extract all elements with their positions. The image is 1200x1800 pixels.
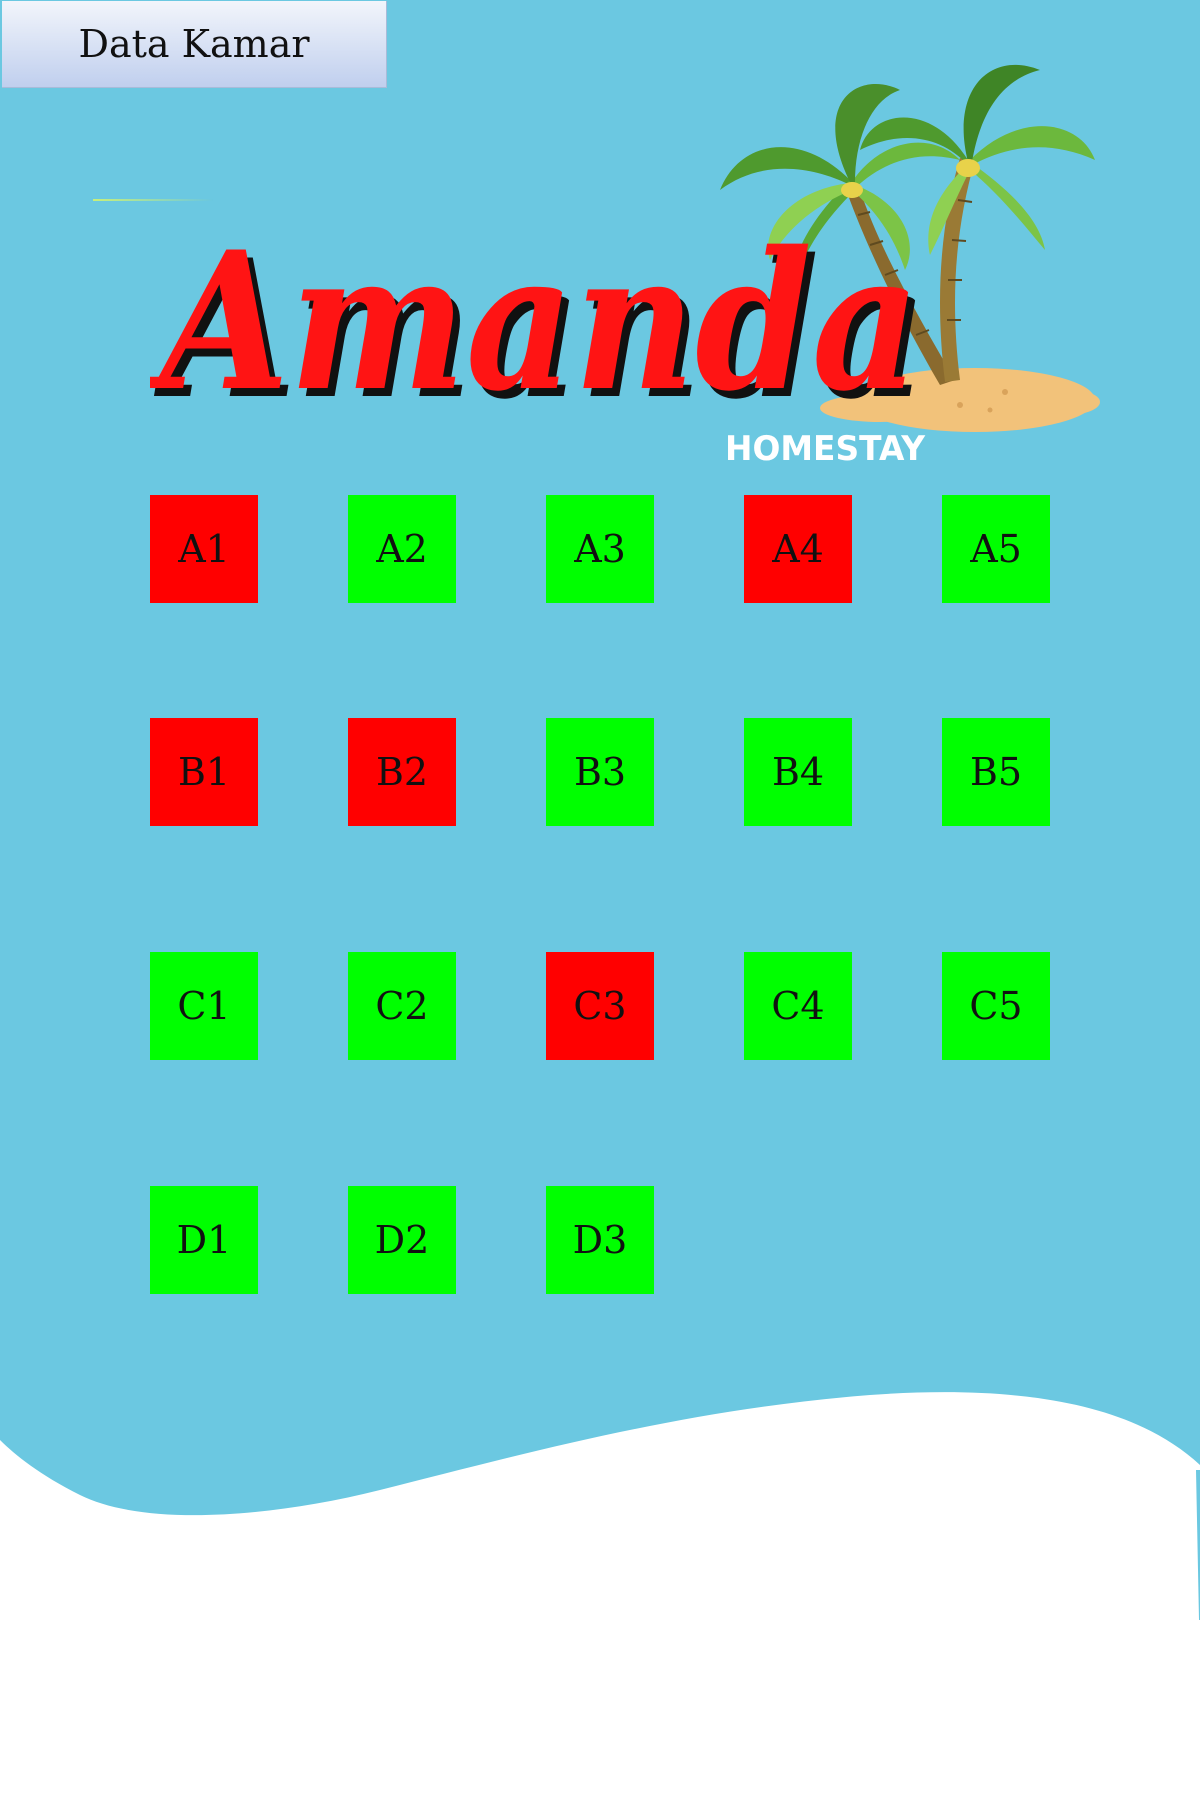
- room-tile-b2[interactable]: B2: [348, 718, 456, 826]
- room-tile-c4[interactable]: C4: [744, 952, 852, 1060]
- room-tile-a2[interactable]: A2: [348, 495, 456, 603]
- room-tile-d2[interactable]: D2: [348, 1186, 456, 1294]
- amanda-homestay-logo: Amanda Amanda HOMESTAY: [150, 64, 1100, 469]
- room-tile-d3[interactable]: D3: [546, 1186, 654, 1294]
- room-tile-a3[interactable]: A3: [546, 495, 654, 603]
- brand-name: Amanda: [150, 210, 920, 433]
- room-tile-a4[interactable]: A4: [744, 495, 852, 603]
- room-tile-c5[interactable]: C5: [942, 952, 1050, 1060]
- room-tile-b3[interactable]: B3: [546, 718, 654, 826]
- room-tile-d1[interactable]: D1: [150, 1186, 258, 1294]
- room-tile-c2[interactable]: C2: [348, 952, 456, 1060]
- room-tile-b5[interactable]: B5: [942, 718, 1050, 826]
- room-tile-b4[interactable]: B4: [744, 718, 852, 826]
- room-tile-a1[interactable]: A1: [150, 495, 258, 603]
- homestay-room-map: Data Kamar Amanda Amanda HOMESTAY A1 A2 …: [0, 0, 1200, 1800]
- room-tile-b1[interactable]: B1: [150, 718, 258, 826]
- brand-tagline: HOMESTAY: [725, 429, 925, 469]
- room-tile-c3[interactable]: C3: [546, 952, 654, 1060]
- room-tile-c1[interactable]: C1: [150, 952, 258, 1060]
- room-tile-a5[interactable]: A5: [942, 495, 1050, 603]
